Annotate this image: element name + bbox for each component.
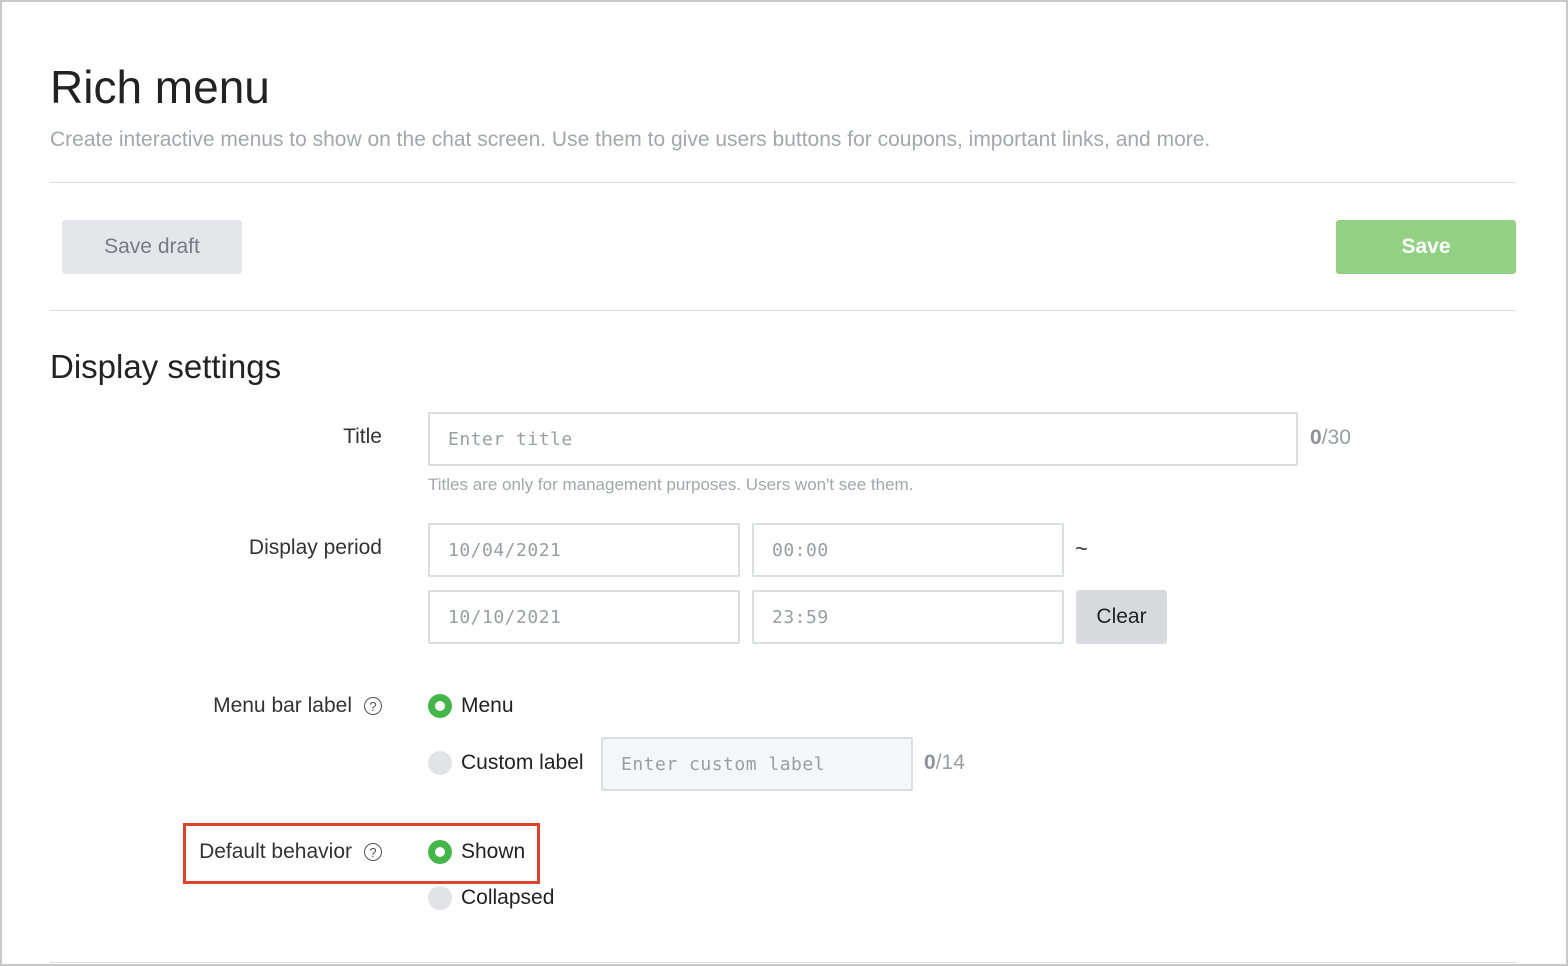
page-description: Create interactive menus to show on the … — [50, 128, 1211, 151]
radio-unselected-icon[interactable] — [428, 886, 452, 910]
radio-option-label: Menu — [461, 694, 514, 717]
menu-bar-label-text: Menu bar label — [213, 694, 352, 717]
custom-label-placeholder: Enter custom label — [621, 753, 826, 775]
radio-option-menu[interactable]: Menu — [428, 691, 514, 721]
start-time-value: 00:00 — [772, 539, 829, 561]
help-icon[interactable]: ? — [364, 697, 382, 715]
end-date-value: 10/10/2021 — [448, 606, 562, 628]
radio-selected-icon[interactable] — [428, 694, 452, 718]
save-draft-button[interactable]: Save draft — [62, 220, 242, 274]
page-frame: Rich menu Create interactive menus to sh… — [0, 0, 1568, 966]
clear-button[interactable]: Clear — [1076, 590, 1167, 644]
radio-unselected-icon[interactable] — [428, 751, 452, 775]
page-title: Rich menu — [50, 61, 270, 113]
period-separator: ~ — [1075, 536, 1088, 561]
divider — [50, 182, 1516, 183]
custom-label-count-current: 0 — [924, 751, 936, 774]
save-button[interactable]: Save — [1336, 220, 1516, 274]
custom-label-char-counter: 0/14 — [924, 751, 965, 775]
title-count-max: /30 — [1321, 426, 1351, 449]
title-label: Title — [343, 425, 382, 448]
title-count-current: 0 — [1310, 426, 1322, 449]
radio-option-custom-label[interactable]: Custom label — [428, 748, 584, 778]
divider — [50, 962, 1516, 963]
section-title-display-settings: Display settings — [50, 348, 282, 385]
title-input[interactable]: Enter title — [428, 412, 1298, 466]
end-date-input[interactable]: 10/10/2021 — [428, 590, 740, 644]
end-time-value: 23:59 — [772, 606, 829, 628]
title-input-placeholder: Enter title — [448, 428, 573, 450]
radio-option-label: Collapsed — [461, 886, 555, 909]
title-char-counter: 0/30 — [1310, 426, 1351, 450]
highlight-box — [183, 823, 540, 884]
custom-label-input[interactable]: Enter custom label — [601, 737, 913, 791]
menu-bar-label-label: Menu bar label ? — [152, 691, 382, 721]
radio-option-label: Custom label — [461, 751, 584, 774]
radio-option-collapsed[interactable]: Collapsed — [428, 883, 554, 913]
display-period-label: Display period — [248, 536, 382, 559]
custom-label-count-max: /14 — [935, 751, 965, 774]
title-hint: Titles are only for management purposes.… — [428, 475, 914, 494]
start-date-input[interactable]: 10/04/2021 — [428, 523, 740, 577]
start-date-value: 10/04/2021 — [448, 539, 562, 561]
divider — [50, 310, 1516, 311]
end-time-input[interactable]: 23:59 — [752, 590, 1064, 644]
start-time-input[interactable]: 00:00 — [752, 523, 1064, 577]
